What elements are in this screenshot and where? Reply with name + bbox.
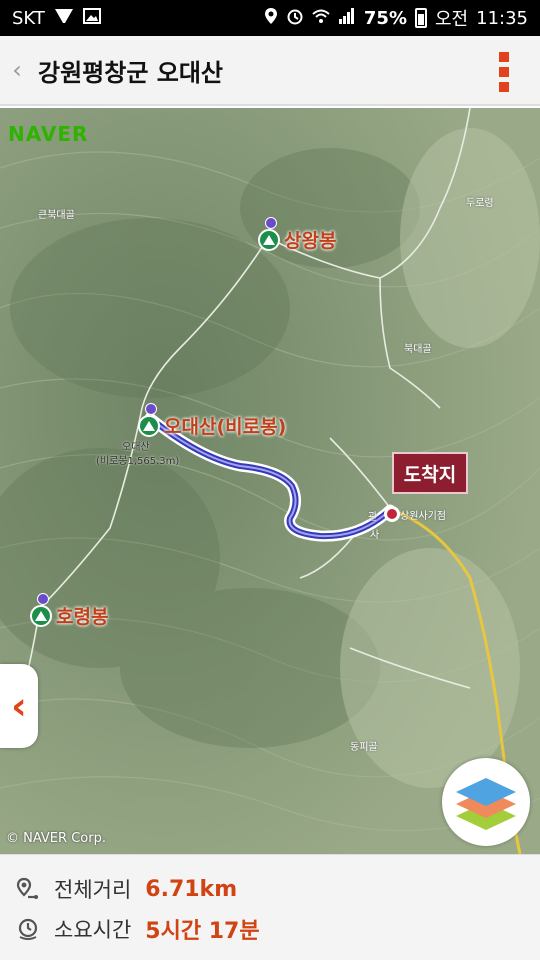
distance-value: 6.71km [145,876,238,902]
vowifi-icon [53,7,75,30]
map-label-bukdaegol: 북대골 [404,344,432,355]
peak-label: 오대산(비로봉) [164,416,287,438]
chevron-left-icon[interactable]: ‹ [2,56,32,84]
time-label: 소요시간 [54,918,132,942]
battery-icon [415,8,427,28]
route-summary: 전체거리 6.71km 소요시간 5시간 17분 [0,854,540,960]
map-layers-button[interactable] [442,758,530,846]
image-icon [82,7,101,30]
map-copyright: © NAVER Corp. [6,831,106,846]
distance-row: 전체거리 6.71km [16,869,540,909]
time-ampm: 오전 [435,9,469,30]
naver-logo: NAVER [8,122,89,146]
map-label-sa: 사 [370,530,380,541]
carrier-name: SKT [12,7,45,29]
status-bar: SKT 75% 오전 11:35 [0,0,540,36]
peak-horyeongbong[interactable]: 호령봉 [30,592,109,629]
side-panel-toggle-button[interactable]: ‹ [0,664,38,748]
app-header: ‹ 강원평창군 오대산 [0,36,540,106]
clock: 11:35 [476,7,528,29]
map-label-odaesan: 오대산 [122,442,150,453]
peak-sangwangbong[interactable]: 상왕봉 [258,216,337,253]
map-label-durobong: 두로령 [466,198,494,209]
map-view[interactable]: NAVER 큰북대골 두로령 북대골 오대산 (비로봉1,565.3m) 상원사… [0,108,540,854]
chevron-left-icon: ‹ [11,684,27,728]
mountain-icon [258,216,280,251]
peak-odaesan-birobong[interactable]: 오대산(비로봉) [138,402,287,439]
location-icon [264,7,278,30]
signal-icon [338,7,356,30]
time-icon [16,917,40,941]
map-label-gwan: 관 [368,512,378,523]
map-label-birobong-height: (비로봉1,565.3m) [96,456,180,467]
destination-callout: 도착지 [392,452,468,494]
route-distance-icon [16,877,40,901]
mountain-icon [138,402,160,437]
peak-label: 호령봉 [56,606,109,628]
alarm-icon [286,7,304,30]
wifi-icon [312,7,330,30]
time-row: 소요시간 5시간 17분 [16,909,540,949]
map-label-keunbukdaegol: 큰북대골 [38,210,75,221]
peak-label: 상왕봉 [284,230,337,252]
page-title: 강원평창군 오대산 [38,58,223,87]
map-label-dongpigol: 동피골 [350,742,378,753]
battery-percent: 75% [363,7,407,29]
map-label-sangwonsa-parking: 상원사기점 [400,511,446,522]
more-vertical-icon[interactable] [498,52,510,92]
time-value: 5시간 17분 [145,919,260,944]
mountain-icon [30,592,52,627]
layers-icon [456,778,516,830]
distance-label: 전체거리 [54,878,132,902]
destination-pin-icon[interactable] [384,506,400,522]
